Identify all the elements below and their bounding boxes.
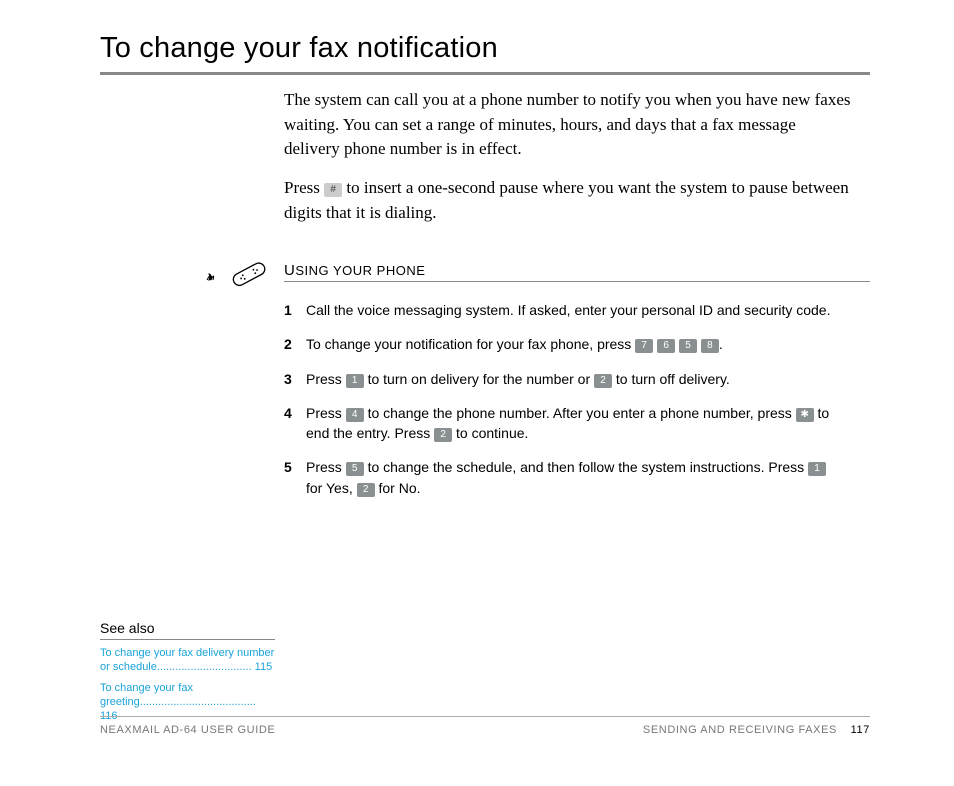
- phone-handset-icon: [205, 256, 275, 296]
- intro-p2a: Press: [284, 178, 324, 197]
- keypad-key-icon: 2: [434, 428, 452, 442]
- keypad-key-icon: ✱: [796, 408, 814, 422]
- page: To change your fax notification The syst…: [0, 0, 954, 786]
- step-text: Press: [306, 371, 346, 387]
- step-text: .: [719, 336, 723, 352]
- see-also-link-greeting[interactable]: To change your fax greeting.............…: [100, 681, 275, 724]
- step-text: Call the voice messaging system. If aske…: [306, 302, 830, 318]
- page-title: To change your fax notification: [100, 32, 498, 65]
- step-text: for No.: [375, 480, 421, 496]
- footer-right: SENDING AND RECEIVING FAXES 117: [643, 724, 870, 736]
- step-text: to change the schedule, and then follow …: [364, 459, 808, 475]
- keypad-key-icon: 5: [679, 339, 697, 353]
- keypad-key-icon: 6: [657, 339, 675, 353]
- footer-left: NEAXMAIL AD-64 USER GUIDE: [100, 724, 275, 736]
- step-body: Call the voice messaging system. If aske…: [306, 300, 844, 320]
- footer-section: SENDING AND RECEIVING FAXES: [643, 724, 837, 736]
- keypad-key-icon: 1: [808, 462, 826, 476]
- step-text: Press: [306, 405, 346, 421]
- step-number: 5: [284, 457, 306, 498]
- step-body: Press 5 to change the schedule, and then…: [306, 457, 844, 498]
- step-number: 2: [284, 334, 306, 354]
- keypad-key-icon: 8: [701, 339, 719, 353]
- steps-list: 1Call the voice messaging system. If ask…: [284, 300, 844, 512]
- page-number: 117: [851, 724, 870, 736]
- intro-paragraph-1: The system can call you at a phone numbe…: [284, 88, 854, 162]
- heading-cap: U: [284, 262, 295, 279]
- heading-rest: SING YOUR PHONE: [295, 263, 425, 278]
- step-body: To change your notification for your fax…: [306, 334, 844, 354]
- keypad-key-icon: 1: [346, 374, 364, 388]
- heading-rule: [284, 281, 870, 282]
- keypad-key-icon: 2: [357, 483, 375, 497]
- step-text: to turn on delivery for the number or: [364, 371, 594, 387]
- step-text: to continue.: [452, 425, 528, 441]
- keypad-key-icon: 7: [635, 339, 653, 353]
- title-rule: [100, 72, 870, 75]
- step-body: Press 1 to turn on delivery for the numb…: [306, 369, 844, 389]
- step-text: to change the phone number. After you en…: [364, 405, 796, 421]
- footer-rule: [100, 716, 870, 717]
- step-number: 1: [284, 300, 306, 320]
- key-hash-icon: #: [324, 183, 342, 197]
- keypad-key-icon: 2: [594, 374, 612, 388]
- intro-p2b: to insert a one-second pause where you w…: [284, 178, 849, 222]
- step-5: 5Press 5 to change the schedule, and the…: [284, 457, 844, 498]
- intro-block: The system can call you at a phone numbe…: [284, 88, 854, 239]
- see-also-link-delivery[interactable]: To change your fax delivery number or sc…: [100, 646, 275, 675]
- step-3: 3Press 1 to turn on delivery for the num…: [284, 369, 844, 389]
- step-text: for Yes,: [306, 480, 357, 496]
- intro-paragraph-2: Press # to insert a one-second pause whe…: [284, 176, 854, 225]
- step-body: Press 4 to change the phone number. Afte…: [306, 403, 844, 444]
- step-text: to turn off delivery.: [612, 371, 730, 387]
- see-also-title: See also: [100, 620, 275, 640]
- see-also-block: See also To change your fax delivery num…: [100, 620, 275, 729]
- keypad-key-icon: 5: [346, 462, 364, 476]
- step-4: 4Press 4 to change the phone number. Aft…: [284, 403, 844, 444]
- using-your-phone-heading: USING YOUR PHONE: [284, 262, 425, 279]
- step-number: 3: [284, 369, 306, 389]
- step-1: 1Call the voice messaging system. If ask…: [284, 300, 844, 320]
- step-text: To change your notification for your fax…: [306, 336, 635, 352]
- step-number: 4: [284, 403, 306, 444]
- keypad-key-icon: 4: [346, 408, 364, 422]
- step-2: 2To change your notification for your fa…: [284, 334, 844, 354]
- step-text: Press: [306, 459, 346, 475]
